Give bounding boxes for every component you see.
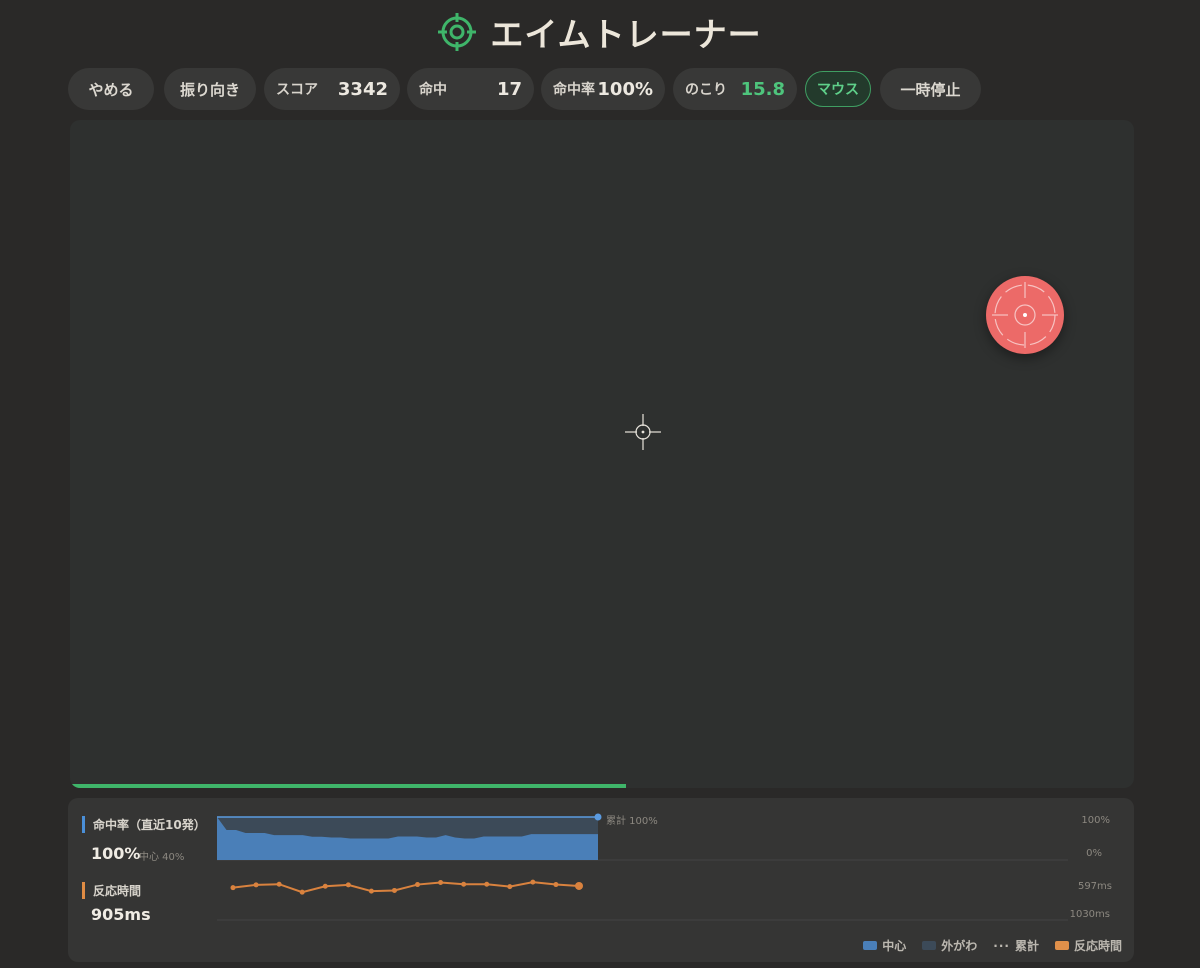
reaction-point bbox=[461, 881, 467, 887]
legend-reaction: 反応時間 bbox=[1054, 937, 1122, 954]
reaction-point bbox=[322, 883, 328, 889]
accuracy-axis-bottom: 0% bbox=[1086, 848, 1102, 859]
quit-button-label: やめる bbox=[88, 80, 134, 99]
input-mode-toggle[interactable]: マウス bbox=[805, 71, 871, 107]
reaction-axis-bottom: 1030ms bbox=[1069, 909, 1110, 920]
time-remaining-value: 15.8 bbox=[740, 78, 785, 100]
legend-center-swatch bbox=[863, 941, 878, 950]
stats-panel: 命中率（直近10発） 100% 中心 40% 反応時間 905ms 累計 100… bbox=[68, 798, 1134, 962]
reaction-point bbox=[507, 884, 513, 890]
reaction-axis-top: 597ms bbox=[1077, 881, 1112, 892]
pause-button-label: 一時停止 bbox=[900, 80, 961, 99]
target-icon[interactable] bbox=[986, 276, 1064, 354]
score-label: スコア bbox=[276, 82, 318, 98]
reaction-point bbox=[391, 887, 397, 893]
pause-button[interactable]: 一時停止 bbox=[880, 68, 981, 110]
score-value: 3342 bbox=[337, 78, 388, 100]
reaction-point bbox=[415, 882, 421, 888]
input-mode-label: マウス bbox=[817, 82, 859, 98]
reaction-point bbox=[299, 889, 305, 895]
time-progress-track bbox=[70, 784, 1134, 788]
game-arena[interactable] bbox=[70, 120, 1134, 788]
time-remaining-display: のこり 15.8 bbox=[673, 68, 797, 110]
mode-select-button[interactable]: 振り向き bbox=[164, 68, 256, 110]
hits-label: 命中 bbox=[419, 82, 447, 98]
accuracy-cumulative-label: 累計 100% bbox=[606, 814, 658, 827]
time-progress-bar bbox=[70, 784, 627, 788]
reaction-point bbox=[276, 881, 282, 887]
reaction-point bbox=[553, 882, 559, 888]
accuracy-display: 命中率 100% bbox=[541, 68, 665, 110]
app-title: エイムトレーナー bbox=[490, 15, 762, 54]
crosshair-icon bbox=[625, 414, 661, 450]
legend-center: 中心 bbox=[863, 937, 906, 954]
quit-button[interactable]: やめる bbox=[68, 68, 154, 110]
legend-center-label: 中心 bbox=[882, 939, 907, 953]
app-header: エイムトレーナー bbox=[0, 10, 1200, 54]
accuracy-label: 命中率 bbox=[553, 82, 595, 98]
legend-reaction-swatch bbox=[1054, 941, 1069, 950]
legend-outer: 外がわ bbox=[922, 937, 977, 954]
reaction-point bbox=[530, 879, 536, 885]
reaction-point bbox=[575, 881, 583, 890]
legend-cumulative-label: 累計 bbox=[1014, 939, 1039, 953]
reaction-point bbox=[253, 882, 259, 888]
time-remaining-label: のこり bbox=[685, 82, 727, 98]
target-logo-icon bbox=[438, 13, 477, 51]
score-display: スコア 3342 bbox=[264, 68, 400, 110]
reaction-point bbox=[368, 888, 374, 894]
legend-cumulative-dots: ··· bbox=[993, 938, 1010, 953]
reaction-point bbox=[438, 879, 444, 885]
accuracy-value: 100% bbox=[597, 78, 653, 100]
stats-charts: 累計 100% bbox=[217, 813, 1068, 921]
legend-cumulative: ··· 累計 bbox=[993, 937, 1039, 954]
chart-legend: 中心 外がわ ··· 累計 反応時間 bbox=[863, 937, 1122, 954]
accuracy-axis-top: 100% bbox=[1081, 815, 1110, 826]
reaction-point bbox=[230, 885, 236, 891]
mode-select-label: 振り向き bbox=[179, 80, 240, 99]
hits-display: 命中 17 bbox=[407, 68, 534, 110]
accuracy-cumulative-point bbox=[594, 813, 602, 821]
toolbar: やめる 振り向き スコア 3342 命中 17 命中率 100% のこり 15.… bbox=[0, 68, 1200, 112]
reaction-point bbox=[345, 882, 351, 888]
legend-reaction-label: 反応時間 bbox=[1073, 939, 1122, 953]
legend-outer-swatch bbox=[922, 941, 937, 950]
hits-value: 17 bbox=[496, 78, 522, 100]
reaction-point bbox=[484, 881, 490, 887]
target-rings-icon bbox=[992, 282, 1058, 348]
reaction-line bbox=[232, 881, 580, 894]
legend-outer-label: 外がわ bbox=[941, 939, 978, 953]
